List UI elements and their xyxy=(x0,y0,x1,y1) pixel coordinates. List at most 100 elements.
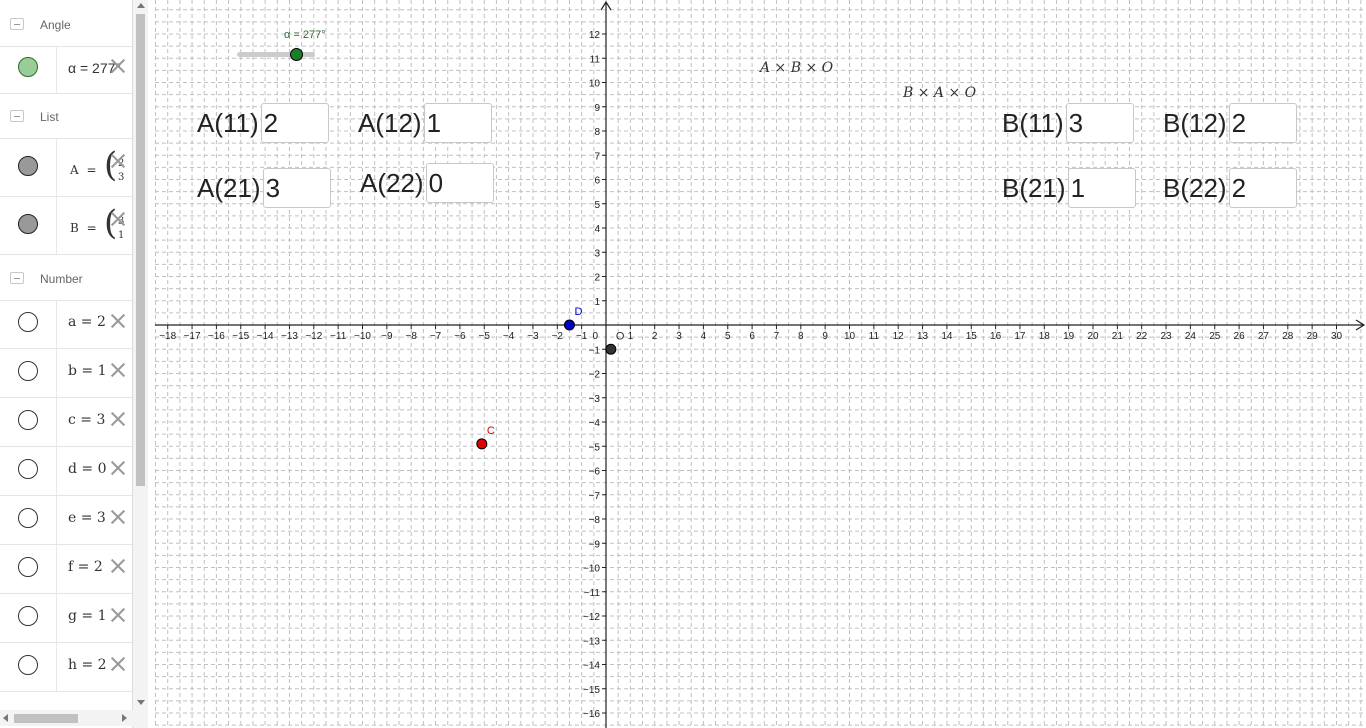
point-O[interactable] xyxy=(605,343,617,355)
y-tick-label: −12 xyxy=(583,612,600,623)
x-tick-label: 14 xyxy=(941,331,953,342)
x-tick-label: −7 xyxy=(430,331,442,342)
y-tick-label: −14 xyxy=(583,661,600,672)
input-field-A22[interactable]: 0 xyxy=(425,163,494,203)
point-D[interactable] xyxy=(563,319,575,331)
x-tick-label: −3 xyxy=(527,331,539,342)
input-field-A21[interactable]: 3 xyxy=(262,168,331,208)
y-tick-label: 7 xyxy=(594,151,600,162)
y-tick-label: −5 xyxy=(589,442,601,453)
x-tick-label: 25 xyxy=(1209,331,1221,342)
x-tick-label: 29 xyxy=(1307,331,1319,342)
input-box-A12: A(12) 1 xyxy=(358,102,492,144)
input-label: A(21) xyxy=(197,172,261,203)
input-field-B12[interactable]: 2 xyxy=(1228,103,1297,143)
x-tick-label: −18 xyxy=(159,331,176,342)
y-tick-label: −3 xyxy=(589,394,601,405)
x-tick-label: 6 xyxy=(749,331,755,342)
x-tick-label: −13 xyxy=(281,331,298,342)
input-label: A(12) xyxy=(358,107,422,138)
x-tick-label: 8 xyxy=(798,331,804,342)
x-tick-label: −4 xyxy=(503,331,515,342)
x-tick-label: 11 xyxy=(869,331,880,342)
y-tick-label: −2 xyxy=(589,370,601,381)
input-field-A12[interactable]: 1 xyxy=(423,103,492,143)
x-tick-label: 30 xyxy=(1331,331,1343,342)
input-label: B(22) xyxy=(1163,172,1227,203)
x-tick-label: 1 xyxy=(628,331,634,342)
origin-label: 0 xyxy=(592,331,598,342)
angle-slider-handle[interactable] xyxy=(290,48,303,61)
x-tick-label: −11 xyxy=(330,331,347,342)
x-tick-label: 24 xyxy=(1185,331,1197,342)
input-field-A11[interactable]: 2 xyxy=(260,103,329,143)
y-tick-label: 9 xyxy=(594,103,600,114)
x-tick-label: −16 xyxy=(208,331,225,342)
x-tick-label: 2 xyxy=(652,331,658,342)
x-tick-label: 28 xyxy=(1282,331,1294,342)
x-tick-label: −6 xyxy=(454,331,466,342)
input-box-B12: B(12) 2 xyxy=(1163,102,1297,144)
x-tick-label: −12 xyxy=(305,331,322,342)
y-tick-label: −10 xyxy=(583,564,600,575)
x-tick-label: 17 xyxy=(1014,331,1026,342)
y-tick-label: −11 xyxy=(584,588,601,599)
x-tick-label: 27 xyxy=(1258,331,1270,342)
x-tick-label: 19 xyxy=(1063,331,1075,342)
x-tick-label: 20 xyxy=(1087,331,1099,342)
y-tick-label: −7 xyxy=(589,491,601,502)
x-tick-label: −8 xyxy=(405,331,417,342)
x-tick-label: 13 xyxy=(917,331,929,342)
y-tick-label: 1 xyxy=(594,297,600,308)
input-box-A11: A(11) 2 xyxy=(197,102,329,144)
x-tick-label: −15 xyxy=(232,331,249,342)
input-field-B21[interactable]: 1 xyxy=(1067,168,1136,208)
x-tick-label: 10 xyxy=(844,331,856,342)
x-tick-label: −1 xyxy=(576,331,588,342)
point-label-O: O xyxy=(616,330,625,342)
x-tick-label: 4 xyxy=(701,331,707,342)
y-tick-label: 11 xyxy=(590,54,601,65)
point-label-D: D xyxy=(574,306,582,318)
x-tick-label: −9 xyxy=(381,331,393,342)
y-tick-label: 10 xyxy=(589,79,601,90)
y-tick-label: −16 xyxy=(583,709,600,720)
expression-bao: B × A × O xyxy=(903,85,977,101)
x-tick-label: 16 xyxy=(990,331,1002,342)
y-tick-label: −13 xyxy=(583,636,600,647)
input-box-A21: A(21) 3 xyxy=(197,167,331,209)
y-tick-label: 4 xyxy=(594,224,600,235)
x-tick-label: 15 xyxy=(966,331,978,342)
input-label: B(12) xyxy=(1163,107,1227,138)
y-tick-label: −1 xyxy=(589,345,601,356)
x-tick-label: −17 xyxy=(184,331,201,342)
x-tick-label: 5 xyxy=(725,331,731,342)
x-tick-label: 22 xyxy=(1136,331,1148,342)
x-tick-label: 12 xyxy=(893,331,905,342)
input-label: A(22) xyxy=(360,167,424,198)
input-field-B22[interactable]: 2 xyxy=(1228,168,1297,208)
y-tick-label: −15 xyxy=(583,685,600,696)
x-tick-label: 9 xyxy=(822,331,828,342)
x-tick-label: 26 xyxy=(1234,331,1246,342)
y-tick-label: 8 xyxy=(594,127,600,138)
x-tick-label: 21 xyxy=(1112,331,1124,342)
y-tick-label: −8 xyxy=(589,515,601,526)
x-tick-label: −2 xyxy=(552,331,564,342)
x-tick-label: −5 xyxy=(479,331,491,342)
x-tick-label: 7 xyxy=(774,331,780,342)
point-C[interactable] xyxy=(476,438,488,450)
angle-slider-track[interactable] xyxy=(237,52,315,57)
y-tick-label: 5 xyxy=(594,200,600,211)
input-label: B(21) xyxy=(1002,172,1066,203)
input-box-B11: B(11) 3 xyxy=(1002,102,1134,144)
point-label-C: C xyxy=(487,425,495,437)
input-box-B22: B(22) 2 xyxy=(1163,167,1297,209)
input-box-A22: A(22) 0 xyxy=(360,162,494,204)
input-field-B11[interactable]: 3 xyxy=(1065,103,1134,143)
y-tick-label: 3 xyxy=(594,248,600,259)
x-tick-label: −14 xyxy=(257,331,274,342)
input-label: A(11) xyxy=(197,107,259,138)
x-tick-label: 3 xyxy=(676,331,682,342)
y-tick-label: 12 xyxy=(589,30,601,41)
